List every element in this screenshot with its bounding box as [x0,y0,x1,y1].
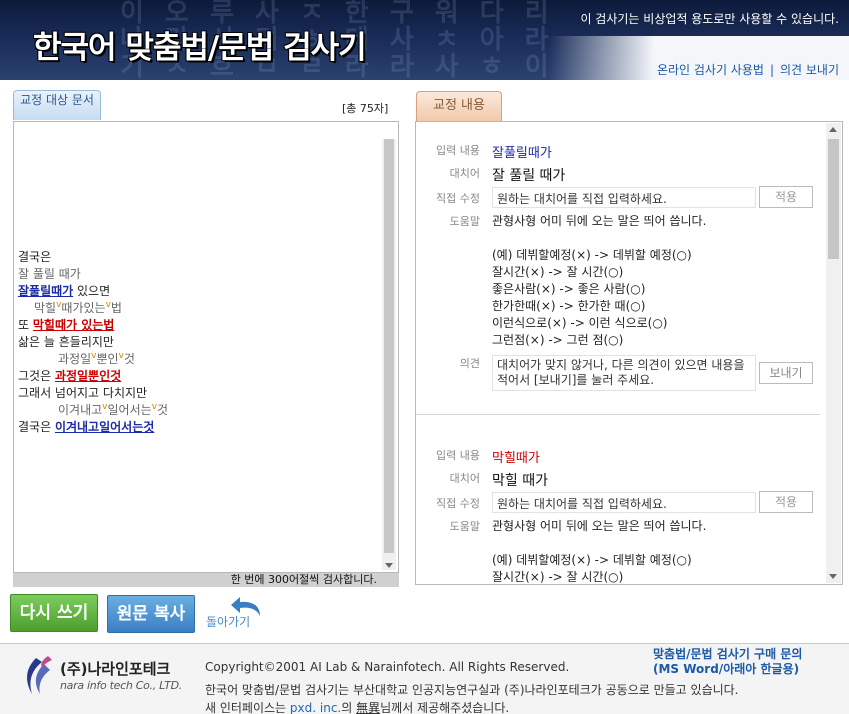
help-line: 그런점(×) -> 그런 점(○) [492,333,624,347]
help-line: 관형사형 어미 뒤에 오는 말은 띄어 씁니다. [492,519,707,533]
desc-text: 새 인터페이스는 [205,701,290,714]
scrollbar-thumb[interactable] [384,139,394,553]
source-line: 또 막힐때가 있는법 [18,318,115,332]
space-insert-icon: v [102,402,108,412]
source-scrollbar[interactable] [382,139,396,570]
help-line: (예) 데뷔할예정(×) -> 데뷔할 예정(○) [492,553,692,567]
source-line: 과정일v뿐인v것 [58,351,135,366]
source-line: 이겨내고v일어서는v것 [58,402,169,417]
source-line: 삶은 늘 흔들리지만 [18,335,114,349]
footer: (주)나라인포테크 nara info tech Co., LTD. Copyr… [0,644,849,714]
header: 이 오 루 사 ㅈ 한 구 워 다 리 나 라 시 미 ㅎ 데 사 ㅊ 아 라 … [0,0,849,80]
opinion-label: 의견 [459,357,480,370]
manual-edit-field[interactable]: 원하는 대치어를 직접 입력하세요. [492,187,756,208]
desc-text: 님께서 제공해주셨습니다. [380,701,510,714]
apply-button[interactable]: 적용 [759,491,813,513]
send-button[interactable]: 보내기 [759,362,813,384]
back-label: 돌아가기 [206,615,251,629]
source-line: 잘풀릴때가 있으면 [18,284,111,298]
usage-notice: 이 검사기는 비상업적 용도로만 사용할 수 있습니다. [580,12,839,26]
logo-mark-icon [27,656,52,694]
source-line: 그래서 넘어지고 다치지만 [18,386,148,400]
help-text: 관형사형 어미 뒤에 오는 말은 띄어 씁니다. (예) 데뷔할예정(×) ->… [492,518,812,584]
purchase-inquiry-link[interactable]: 맞춤법/문법 검사기 구매 문의 (MS Word/아래아 한글용) [653,647,802,677]
scrollbar-thumb[interactable] [828,139,839,259]
company-name-en: nara info tech Co., LTD. [60,679,182,692]
correction-panel: 입력 내용 잘풀릴때가 대치어 잘 풀릴 때가 직접 수정 원하는 대치어를 직접 … [415,121,843,585]
scroll-up-arrow[interactable] [829,127,837,132]
source-line: 결국은 이겨내고일어서는것 [18,420,155,434]
copyright: Copyright©2001 AI Lab & Narainfotech. Al… [205,660,570,674]
space-insert-icon: v [56,300,62,310]
space-insert-icon: v [105,300,111,310]
help-label: 도움말 [449,520,480,533]
copy-original-button[interactable]: 원문 복사 [107,595,195,633]
footer-description: 한국어 맞춤법/문법 검사기는 부산대학교 인공지능연구실과 (주)나라인포테크… [205,681,739,714]
space-insert-icon: v [151,402,157,412]
rewrite-button[interactable]: 다시 쓰기 [10,594,98,632]
company-logo: (주)나라인포테크 nara info tech Co., LTD. [22,654,182,700]
error-highlight[interactable]: 이겨내고일어서는것 [55,420,154,434]
input-label: 입력 내용 [436,449,480,462]
help-line: 잘시간(×) -> 잘 시간(○) [492,265,624,279]
suggestion-text[interactable]: 막힐 때가 [492,470,548,490]
source-line: 결국은 [18,250,52,264]
help-line: 좋은사람(×) -> 좋은 사람(○) [492,282,646,296]
limit-note: 한 번에 300어절씩 검사합니다. [13,573,399,587]
source-line: 잘 풀릴 때가 [18,267,81,281]
pxd-link[interactable]: pxd. inc. [290,701,341,714]
tab-source-document[interactable]: 교정 대상 문서 [13,90,101,120]
apply-button[interactable]: 적용 [759,186,813,208]
help-line: 잘시간(×) -> 잘 시간(○) [492,570,624,584]
footer-desc-line: 한국어 맞춤법/문법 검사기는 부산대학교 인공지능연구실과 (주)나라인포테크… [205,683,739,697]
manual-link[interactable]: 온라인 검사기 사용법 [657,63,764,77]
source-text-area[interactable]: 결국은잘 풀릴 때가잘풀릴때가 있으면막힐v때가있는v법또 막힐때가 있는법삶은… [13,121,399,573]
back-button[interactable]: 돌아가기 [204,596,264,632]
entry-divider [416,414,820,415]
manual-edit-field[interactable]: 원하는 대치어를 직접 입력하세요. [492,492,756,513]
help-line: 관형사형 어미 뒤에 오는 말은 띄어 씁니다. [492,214,707,228]
scroll-down-arrow[interactable] [829,574,837,579]
source-line: 막힐v때가있는v법 [34,300,122,315]
buy-line: 맞춤법/문법 검사기 구매 문의 [653,647,803,661]
manual-label: 직접 수정 [436,192,480,205]
scroll-down-arrow[interactable] [385,563,393,568]
feedback-link[interactable]: 의견 보내기 [780,63,839,77]
opinion-field[interactable]: 대치어가 맞지 않거나, 다른 의견이 있으면 내용을 적어서 [보내기]를 눌… [492,355,756,391]
link-separator: | [769,63,774,77]
contributor-name: 無異 [356,701,381,714]
input-label: 입력 내용 [436,144,480,157]
input-text: 잘풀릴때가 [492,146,552,161]
buy-line: (MS Word/아래아 한글용) [653,662,800,676]
input-text: 막힐때가 [492,451,540,466]
error-highlight[interactable]: 잘풀릴때가 [18,284,73,298]
help-text: 관형사형 어미 뒤에 오는 말은 띄어 씁니다. (예) 데뷔할예정(×) ->… [492,213,812,349]
footer-desc-line: 새 인터페이스는 pxd. inc.의 無異님께서 제공해주셨습니다. [205,699,739,714]
help-label: 도움말 [449,215,480,228]
header-links: 온라인 검사기 사용법 | 의견 보내기 [657,61,839,78]
help-line: 이런식으로(×) -> 이런 식으로(○) [492,316,668,330]
help-line: 한가한때(×) -> 한가한 때(○) [492,299,646,313]
help-line: (예) 데뷔할예정(×) -> 데뷔할 예정(○) [492,248,692,262]
char-count: [총 75자] [342,102,389,115]
source-line: 그것은 과정일뿐인것 [18,369,122,383]
suggestion-text[interactable]: 잘 풀릴 때가 [492,165,565,185]
suggestion-label: 대치어 [449,167,480,180]
error-highlight[interactable]: 막힐때가 있는법 [33,318,114,332]
desc-text: 의 [341,701,357,714]
source-text: 결국은잘 풀릴 때가잘풀릴때가 있으면막힐v때가있는v법또 막힐때가 있는법삶은… [18,249,378,436]
suggestion-label: 대치어 [449,472,480,485]
help-gap [492,230,812,247]
company-name: (주)나라인포테크 [60,660,171,678]
error-highlight[interactable]: 과정일뿐인것 [55,369,121,383]
space-insert-icon: v [118,351,124,361]
help-gap [492,535,812,552]
space-insert-icon: v [91,351,97,361]
tab-correction[interactable]: 교정 내용 [416,91,502,121]
app-title: 한국어 맞춤법/문법 검사기 [33,30,367,66]
manual-label: 직접 수정 [436,497,480,510]
correction-scrollbar[interactable] [826,123,841,583]
